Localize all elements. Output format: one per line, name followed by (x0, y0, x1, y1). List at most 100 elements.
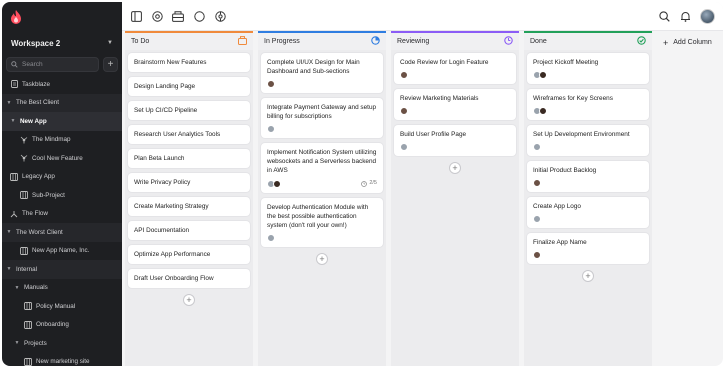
add-card-button[interactable]: + (449, 162, 461, 174)
chevron-down-icon: ▼ (6, 99, 12, 106)
flame-logo-icon (11, 10, 21, 24)
sidebar-item-new-app[interactable]: ▼ New App (2, 112, 122, 131)
assignee-avatars (533, 251, 541, 259)
card-title: Implement Notification System utilizing … (267, 149, 377, 174)
card-title: Research User Analytics Tools (134, 131, 221, 138)
card-title: Create App Logo (533, 203, 581, 210)
plus-icon: + (663, 38, 669, 48)
assignee-avatars (533, 143, 541, 151)
board-icon (24, 357, 32, 366)
add-column-button[interactable]: + Add Column (657, 31, 723, 366)
task-card[interactable]: Research User Analytics Tools (128, 125, 250, 144)
task-card[interactable]: Implement Notification System utilizing … (261, 143, 383, 193)
avatar (533, 179, 541, 187)
sidebar-item-cool-new-feature[interactable]: Cool New Feature (2, 149, 122, 168)
sidebar-item-policy-manual[interactable]: Policy Manual (2, 297, 122, 316)
task-card[interactable]: Set Up Development Environment (527, 125, 649, 156)
progress-icon (371, 36, 380, 47)
task-card[interactable]: Build User Profile Page (394, 125, 516, 156)
task-card[interactable]: Brainstorm New Features (128, 53, 250, 72)
task-card[interactable]: Review Marketing Materials (394, 89, 516, 120)
column-title: Reviewing (397, 38, 430, 45)
app-logo[interactable] (2, 2, 122, 32)
sidebar-item-label: The Mindmap (32, 136, 71, 144)
search-placeholder: Search (22, 61, 43, 68)
card-title: Initial Product Backlog (533, 167, 597, 174)
task-card[interactable]: Optimize App Performance (128, 245, 250, 264)
task-card[interactable]: Write Privacy Policy (128, 173, 250, 192)
add-column-label: Add Column (673, 39, 712, 46)
assignee-avatars (400, 143, 408, 151)
card-title: Set Up Development Environment (533, 131, 630, 138)
search-input[interactable]: Search (6, 57, 99, 72)
sidebar-item-new-app-name[interactable]: New App Name, Inc. (2, 242, 122, 261)
card-title: Code Review for Login Feature (400, 59, 489, 66)
task-card[interactable]: Integrate Payment Gateway and setup bill… (261, 98, 383, 138)
column-done: Done Project Kickoff Meeting Wireframes … (524, 31, 652, 366)
settings-icon[interactable] (214, 10, 226, 22)
card-title: Write Privacy Policy (134, 179, 191, 186)
task-card[interactable]: Wireframes for Key Screens (527, 89, 649, 120)
column-title: To Do (131, 38, 150, 45)
sidebar-item-taskblaze[interactable]: Taskblaze (2, 75, 122, 94)
column-header: Reviewing (391, 31, 519, 50)
task-card[interactable]: Draft User Onboarding Flow (128, 269, 250, 288)
eye-icon[interactable] (151, 10, 163, 22)
add-button[interactable]: + (103, 57, 118, 72)
sidebar-item-the-worst-client[interactable]: ▼ The Worst Client (2, 223, 122, 242)
sidebar-item-new-marketing-site[interactable]: New marketing site (2, 353, 122, 367)
sidebar-toggle-icon[interactable] (130, 10, 142, 22)
sidebar-item-label: Policy Manual (36, 302, 76, 310)
task-card[interactable]: Design Landing Page (128, 77, 250, 96)
board-icon (24, 320, 32, 329)
chevron-down-icon: ▼ (10, 118, 16, 125)
column-header: Done (524, 31, 652, 50)
subtask-count-text: 2/5 (369, 180, 377, 186)
assignee-avatars (267, 234, 275, 242)
bell-icon[interactable] (679, 10, 691, 22)
workspace-switcher[interactable]: Workspace 2 ▼ (6, 34, 118, 52)
sidebar-tree: Taskblaze ▼ The Best Client ▼ New App Th… (2, 75, 122, 366)
chevron-down-icon: ▼ (6, 266, 12, 273)
sidebar-item-legacy-app[interactable]: Legacy App (2, 168, 122, 187)
task-card[interactable]: Plan Beta Launch (128, 149, 250, 168)
chevron-down-icon: ▼ (14, 340, 20, 347)
task-card[interactable]: Initial Product Backlog (527, 161, 649, 192)
task-card[interactable]: Create App Logo (527, 197, 649, 228)
column-title: Done (530, 38, 547, 45)
task-card[interactable]: Project Kickoff Meeting (527, 53, 649, 84)
sidebar-item-internal[interactable]: ▼ Internal (2, 260, 122, 279)
sidebar-item-the-mindmap[interactable]: The Mindmap (2, 131, 122, 150)
task-card[interactable]: Set Up CI/CD Pipeline (128, 101, 250, 120)
avatar (400, 71, 408, 79)
card-title: Project Kickoff Meeting (533, 59, 599, 66)
inbox-icon[interactable] (172, 10, 184, 22)
task-card[interactable]: API Documentation (128, 221, 250, 240)
task-card[interactable]: Develop Authentication Module with the b… (261, 198, 383, 247)
clock-icon (504, 36, 513, 47)
card-title: Draft User Onboarding Flow (134, 275, 214, 282)
user-avatar[interactable] (700, 8, 715, 24)
card-title: Develop Authentication Module with the b… (267, 204, 369, 229)
sidebar-item-onboarding[interactable]: Onboarding (2, 316, 122, 335)
add-card-button[interactable]: + (183, 294, 195, 306)
assignee-avatars (533, 71, 547, 79)
avatar (533, 143, 541, 151)
circle-icon[interactable] (193, 10, 205, 22)
add-card-button[interactable]: + (316, 253, 328, 265)
task-card[interactable]: Finalize App Name (527, 233, 649, 264)
avatar (267, 234, 275, 242)
task-card[interactable]: Code Review for Login Feature (394, 53, 516, 84)
add-card-button[interactable]: + (582, 270, 594, 282)
workspace-name: Workspace 2 (11, 38, 61, 48)
flow-icon (10, 210, 18, 218)
sidebar-item-the-flow[interactable]: The Flow (2, 205, 122, 224)
sidebar-item-the-best-client[interactable]: ▼ The Best Client (2, 93, 122, 112)
task-card[interactable]: Complete UI/UX Design for Main Dashboard… (261, 53, 383, 93)
sidebar-item-manuals[interactable]: ▼ Manuals (2, 279, 122, 298)
chevron-down-icon: ▼ (6, 229, 12, 236)
task-card[interactable]: Create Marketing Strategy (128, 197, 250, 216)
sidebar-item-projects[interactable]: ▼ Projects (2, 334, 122, 353)
search-icon[interactable] (658, 10, 670, 22)
sidebar-item-sub-project[interactable]: Sub-Project (2, 186, 122, 205)
